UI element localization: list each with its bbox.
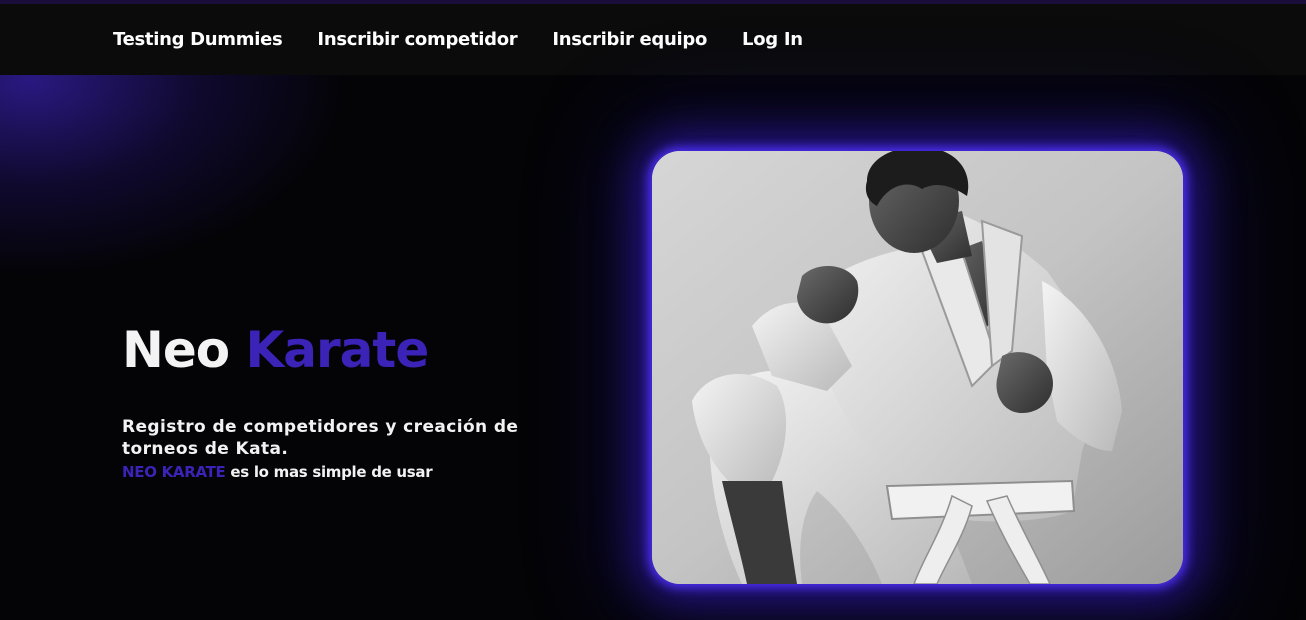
nav-link-inscribir-equipo[interactable]: Inscribir equipo xyxy=(552,29,707,50)
hero-text: Neo Karate Registro de competidores y cr… xyxy=(122,318,542,481)
hero-tagline: NEO KARATE es lo mas simple de usar xyxy=(122,463,542,481)
navbar: Testing Dummies Inscribir competidor Ins… xyxy=(0,4,1306,75)
hero-title: Neo Karate xyxy=(122,318,542,382)
nav-link-testing-dummies[interactable]: Testing Dummies xyxy=(113,29,283,50)
nav-link-inscribir-competidor[interactable]: Inscribir competidor xyxy=(317,29,517,50)
karate-athlete-illustration xyxy=(652,151,1183,584)
hero-description: Registro de competidores y creación de t… xyxy=(122,417,519,459)
hero-image xyxy=(652,151,1183,584)
hero-tagline-text: es lo mas simple de usar xyxy=(230,463,433,481)
hero-tagline-brand: NEO KARATE xyxy=(122,463,226,481)
hero-title-karate: Karate xyxy=(245,321,430,379)
nav-link-log-in[interactable]: Log In xyxy=(742,29,803,50)
page: Testing Dummies Inscribir competidor Ins… xyxy=(0,0,1306,620)
hero-title-neo: Neo xyxy=(122,321,230,379)
